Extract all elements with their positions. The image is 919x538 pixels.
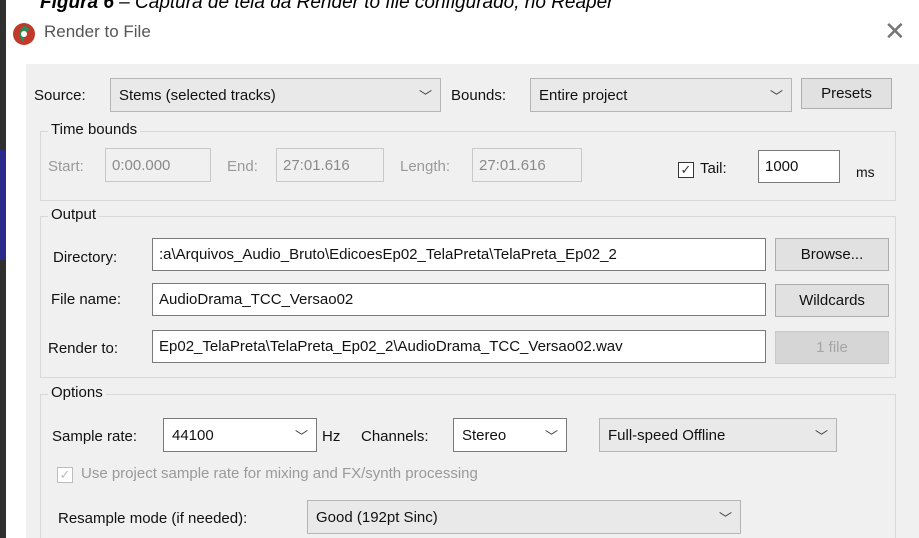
bounds-dropdown[interactable]: Entire project ﹀ (530, 78, 792, 112)
presets-button[interactable]: Presets (801, 78, 892, 109)
render-to-field[interactable]: Ep02_TelaPreta\TelaPreta_Ep02_2\AudioDra… (152, 330, 766, 363)
sample-rate-value: 44100 (172, 426, 214, 444)
resample-mode-value: Good (192pt Sinc) (316, 508, 438, 526)
chevron-down-icon: ﹀ (418, 88, 432, 104)
wildcards-button[interactable]: Wildcards (775, 284, 889, 317)
figure-caption-prefix: Figura 6 (40, 0, 114, 13)
render-mode-dropdown[interactable]: Full-speed Offline ﹀ (599, 418, 837, 452)
chevron-down-icon: ﹀ (769, 88, 783, 104)
bounds-label: Bounds: (451, 87, 507, 104)
render-to-label: Render to: (48, 340, 119, 357)
browse-button[interactable]: Browse... (775, 238, 889, 271)
filename-label: File name: (51, 291, 122, 308)
render-mode-value: Full-speed Offline (608, 426, 726, 444)
sample-rate-dropdown[interactable]: 44100 ﹀ (163, 418, 317, 452)
end-field: 27:01.616 (276, 148, 384, 182)
figure-caption-text: – Captura de tela da Render to file conf… (113, 0, 614, 13)
source-label: Source: (34, 87, 86, 104)
time-bounds-title: Time bounds (48, 121, 141, 138)
bounds-value: Entire project (539, 86, 628, 104)
project-sample-rate-label: Use project sample rate for mixing and F… (81, 465, 478, 482)
tail-checkbox[interactable]: ✓ (678, 162, 694, 178)
directory-input[interactable]: :a\Arquivos_Audio_Bruto\EdicoesEp02_Tela… (152, 238, 766, 271)
channels-value: Stereo (462, 426, 507, 444)
channels-label: Channels: (361, 428, 429, 445)
chevron-down-icon: ﹀ (718, 510, 732, 526)
tail-label: Tail: (700, 160, 727, 177)
options-title: Options (48, 384, 106, 401)
chevron-down-icon: ﹀ (294, 428, 308, 444)
figure-caption: Figura 6 – Captura de tela da Render to … (40, 0, 614, 14)
source-value: Stems (selected tracks) (119, 86, 276, 104)
filename-input[interactable]: AudioDrama_TCC_Versao02 (152, 283, 766, 316)
chevron-down-icon: ﹀ (544, 428, 558, 444)
start-label: Start: (48, 158, 84, 175)
file-count-button: 1 file (775, 331, 889, 364)
directory-label: Directory: (53, 249, 118, 266)
tail-input[interactable]: 1000 (758, 150, 840, 183)
hz-label: Hz (322, 428, 341, 445)
output-title: Output (48, 206, 100, 223)
chevron-down-icon: ﹀ (814, 428, 828, 444)
sample-rate-label: Sample rate: (52, 428, 138, 445)
end-label: End: (227, 158, 258, 175)
length-label: Length: (400, 158, 451, 175)
source-dropdown[interactable]: Stems (selected tracks) ﹀ (110, 78, 441, 112)
channels-dropdown[interactable]: Stereo ﹀ (453, 418, 567, 452)
reaper-logo-icon (13, 23, 35, 45)
close-icon[interactable]: ✕ (884, 18, 906, 44)
resample-mode-dropdown[interactable]: Good (192pt Sinc) ﹀ (307, 500, 741, 534)
start-field: 0:00.000 (105, 148, 211, 182)
tail-unit: ms (856, 164, 875, 180)
window-title: Render to File (44, 22, 151, 41)
project-sample-rate-checkbox: ✓ (57, 467, 73, 483)
length-field: 27:01.616 (472, 148, 582, 182)
resample-mode-label: Resample mode (if needed): (58, 510, 248, 527)
